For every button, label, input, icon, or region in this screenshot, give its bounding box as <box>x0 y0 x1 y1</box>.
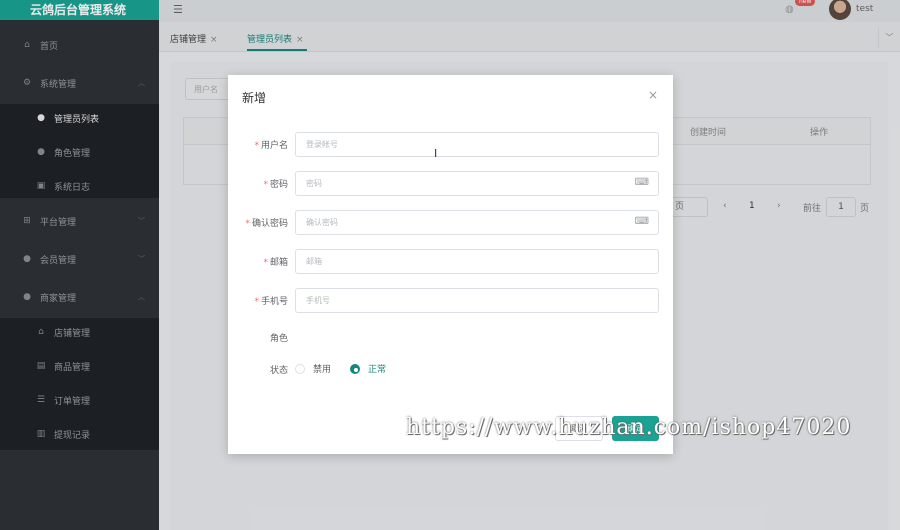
phone-label: * 手机号 <box>254 297 288 307</box>
password-input[interactable] <box>295 171 659 196</box>
confirm-password-input[interactable] <box>295 210 659 235</box>
username-label: * 用户名 <box>254 141 288 151</box>
close-icon[interactable]: × <box>648 88 658 102</box>
email-label: * 邮箱 <box>263 258 288 268</box>
password-label: * 密码 <box>263 180 288 190</box>
text-cursor-icon: I <box>434 147 438 160</box>
dialog-title: 新增 <box>242 91 267 105</box>
keyboard-icon: ⌨ <box>634 216 649 227</box>
confirm-password-label: * 确认密码 <box>245 219 288 229</box>
status-radio-normal[interactable]: 正常 <box>350 362 386 375</box>
phone-input[interactable] <box>295 288 659 313</box>
username-input[interactable] <box>295 132 659 157</box>
email-field[interactable] <box>295 249 659 274</box>
keyboard-icon: ⌨ <box>634 177 649 188</box>
status-label: 状态 <box>269 366 288 376</box>
add-dialog: 新增 × *用户名 *密码 ⌨ *确认密码 ⌨ *邮箱 *手机号 角色 状态 禁… <box>228 75 673 454</box>
role-label: 角色 <box>269 334 288 344</box>
watermark: https://www.huzhan.com/ishop47020 <box>406 415 852 440</box>
status-radio-disabled[interactable]: 禁用 <box>295 362 331 375</box>
